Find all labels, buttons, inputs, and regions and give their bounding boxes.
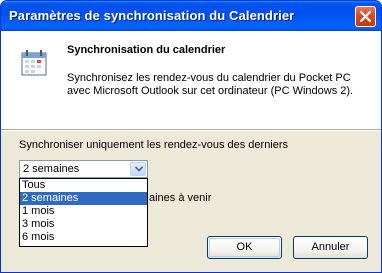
close-icon bbox=[360, 11, 371, 22]
dropdown-option-1-mois[interactable]: 1 mois bbox=[20, 205, 147, 218]
ok-button-label: OK bbox=[236, 241, 253, 253]
cancel-button[interactable]: Annuler bbox=[293, 236, 368, 259]
header-title: Synchronisation du calendrier bbox=[67, 44, 226, 56]
sync-range-label: Synchroniser uniquement les rendez-vous … bbox=[19, 139, 289, 151]
dropdown-option-3-mois[interactable]: 3 mois bbox=[20, 218, 147, 231]
title-bar[interactable]: Paramètres de synchronisation du Calendr… bbox=[1, 1, 381, 31]
cancel-button-label: Annuler bbox=[311, 241, 350, 253]
calendar-icon bbox=[21, 50, 47, 76]
dropdown-list[interactable]: Tous 2 semaines 1 mois 3 mois 6 mois bbox=[19, 178, 148, 247]
dropdown-option-tous[interactable]: Tous bbox=[20, 179, 147, 192]
sync-range-dropdown[interactable]: 2 semaines bbox=[19, 160, 148, 178]
header-divider-highlight bbox=[1, 130, 381, 131]
dropdown-option-2-semaines[interactable]: 2 semaines bbox=[20, 192, 147, 205]
close-button[interactable] bbox=[355, 6, 376, 27]
dropdown-option-6-mois[interactable]: 6 mois bbox=[20, 231, 147, 244]
upcoming-label: aines à venir bbox=[149, 192, 212, 204]
ok-button[interactable]: OK bbox=[207, 236, 282, 259]
window-title: Paramètres de synchronisation du Calendr… bbox=[9, 8, 295, 23]
chevron-down-icon bbox=[135, 166, 143, 172]
dropdown-value: 2 semaines bbox=[23, 163, 80, 175]
dropdown-button[interactable] bbox=[130, 162, 146, 176]
dialog-window: Paramètres de synchronisation du Calendr… bbox=[0, 0, 382, 273]
header-description: Synchronisez les rendez-vous du calendri… bbox=[67, 72, 354, 97]
